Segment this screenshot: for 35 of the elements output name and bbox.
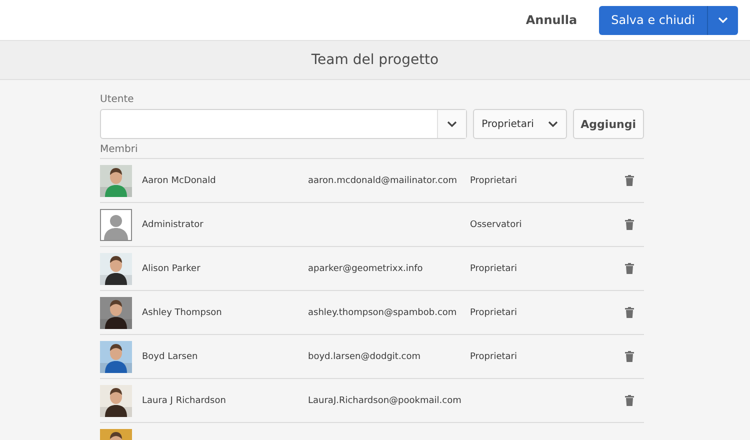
dialog-title: Team del progetto <box>311 52 439 68</box>
member-email: boyd.larsen@dodgit.com <box>308 352 422 362</box>
member-role: Proprietari <box>470 352 518 362</box>
members-label: Membri <box>100 144 139 155</box>
member-name: Aaron McDonald <box>141 176 217 186</box>
delete-icon[interactable] <box>625 395 634 406</box>
user-field[interactable] <box>100 109 467 139</box>
delete-icon[interactable] <box>625 307 634 318</box>
member-role: Proprietari <box>470 264 518 274</box>
add-button[interactable]: Aggiungi <box>572 109 644 139</box>
save-menu-button[interactable] <box>708 6 738 34</box>
avatar-icon <box>100 208 132 240</box>
member-email: aparker@geometrixx.info <box>308 264 424 274</box>
member-email: aaron.mcdonald@mailinator.com <box>308 176 458 186</box>
member-name: Alison Parker <box>141 264 202 274</box>
member-email: LauraJ.Richardson@pookmail.com <box>308 396 462 406</box>
delete-icon[interactable] <box>625 219 634 230</box>
member-name: Administrator <box>141 220 204 230</box>
delete-icon[interactable] <box>625 263 634 274</box>
field-label: Utente <box>100 94 135 105</box>
chevron-down-icon <box>548 120 558 126</box>
member-name: Boyd Larsen <box>141 352 199 362</box>
save-button[interactable]: Salva e chiudi <box>599 6 708 34</box>
member-name: Ashley Thompson <box>141 308 223 318</box>
member-role: Proprietari <box>470 308 518 318</box>
delete-icon[interactable] <box>625 175 634 186</box>
cancel-button[interactable]: Annulla <box>526 9 578 31</box>
member-role: Proprietari <box>470 176 518 186</box>
member-email: ashley.thompson@spambob.com <box>308 308 458 318</box>
delete-icon[interactable] <box>625 351 634 362</box>
role-dropdown[interactable]: Proprietari <box>472 109 567 139</box>
member-name: Laura J Richardson <box>141 396 227 406</box>
chevron-down-icon <box>718 17 728 23</box>
chevron-down-icon <box>446 121 457 127</box>
member-role: Osservatori <box>470 220 523 230</box>
